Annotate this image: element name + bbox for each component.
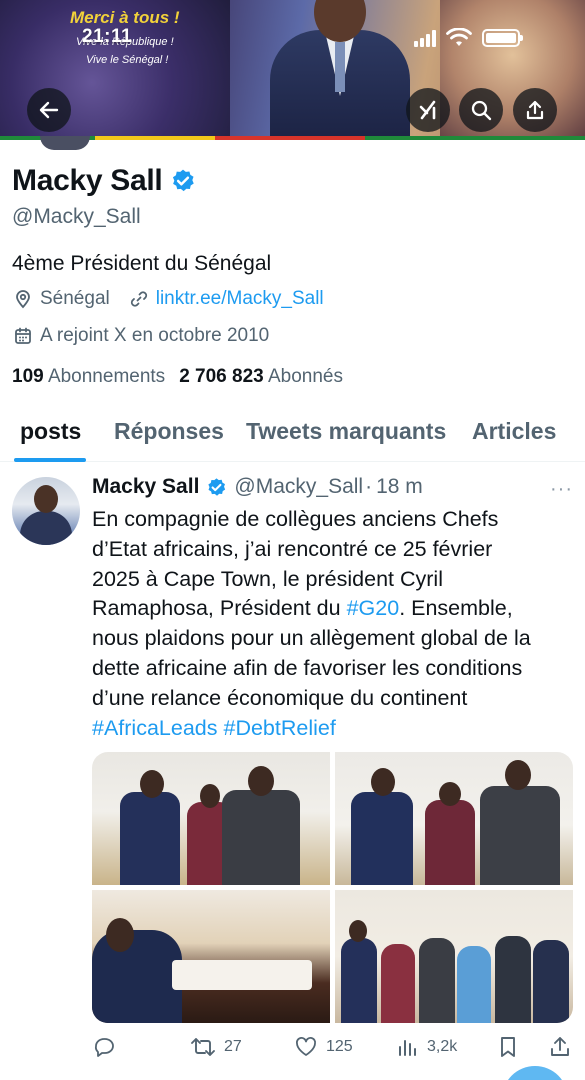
share-button[interactable] (548, 1035, 572, 1059)
reply-icon (94, 1038, 114, 1057)
wifi-icon (446, 28, 472, 46)
tweet-text-line: 2025 à Cape Town, le président Cyril (92, 566, 443, 591)
retweet-icon (191, 1038, 215, 1056)
profile-tabs: posts Réponses Tweets marquants Articles (0, 404, 585, 462)
tweet-photo-1[interactable] (92, 752, 330, 885)
tweet-header: Macky Sall @Macky_Sall · 18 m (92, 475, 423, 499)
profile-joined-date: A rejoint X en octobre 2010 (40, 325, 270, 346)
tweet-avatar[interactable] (12, 477, 80, 545)
banner-thanks-text: Merci à tous ! (70, 8, 180, 27)
following-link[interactable]: 109 Abonnements (12, 366, 165, 388)
tweet-photo-4[interactable] (335, 890, 573, 1023)
profile-location: Sénégal (40, 288, 110, 309)
followers-link[interactable]: 2 706 823 Abonnés (179, 366, 343, 388)
tab-replies[interactable]: Réponses (114, 418, 224, 445)
bookmark-button[interactable] (497, 1035, 519, 1059)
calendar-icon (12, 325, 34, 347)
profile-link[interactable]: linktr.ee/Macky_Sall (156, 288, 324, 310)
banner-senegal-text: Vive le Sénégal ! (86, 54, 169, 66)
compose-button[interactable] (502, 1066, 568, 1080)
status-time: 21:11 (82, 26, 133, 47)
tweet-text-line: d’une relance économique du continent (92, 685, 468, 710)
share-profile-button[interactable] (513, 88, 557, 132)
tweet-text-line: En compagnie de collègues anciens Chefs (92, 507, 499, 531)
share-icon (551, 1037, 569, 1056)
profile-joined-row: A rejoint X en octobre 2010 (12, 325, 269, 347)
following-label: Abonnements (47, 366, 166, 387)
tab-articles[interactable]: Articles (472, 418, 556, 445)
tweet-author-name[interactable]: Macky Sall (92, 475, 199, 499)
retweet-count: 27 (224, 1038, 242, 1055)
share-icon (526, 100, 544, 120)
views-button[interactable]: 3,2k (397, 1035, 457, 1059)
bookmark-icon (501, 1037, 515, 1057)
reply-button[interactable] (92, 1035, 124, 1059)
verified-badge-icon (173, 169, 195, 192)
heart-icon (296, 1037, 316, 1056)
profile-avatar[interactable] (40, 136, 90, 150)
hashtag-g20[interactable]: #G20 (347, 596, 400, 620)
tweet-timestamp[interactable]: 18 m (376, 475, 423, 499)
tweet-photo-2[interactable] (335, 752, 573, 885)
tweet-text-line: d’Etat africains, j’ai rencontré ce 25 f… (92, 536, 493, 561)
verified-badge-icon (208, 477, 226, 496)
cellular-signal-icon (414, 29, 436, 47)
hashtag-africaleads[interactable]: #AfricaLeads (92, 716, 218, 740)
tweet-text-line: dette africaine afin de favoriser les co… (92, 655, 523, 680)
followers-count: 2 706 823 (179, 366, 264, 387)
profile-handle: @Macky_Sall (12, 205, 141, 228)
tweet-author-handle[interactable]: @Macky_Sall (234, 475, 363, 499)
tweet-actions: 27 125 3,2k (92, 1035, 577, 1063)
tweet-text-segment: Ramaphosa, Président du (92, 596, 347, 621)
follow-stats: 109 Abonnements 2 706 823 Abonnés (12, 366, 343, 388)
battery-icon (482, 29, 523, 47)
followers-label: Abonnés (267, 366, 343, 387)
link-icon (128, 288, 150, 310)
like-count: 125 (326, 1038, 353, 1055)
tweet-photo-3[interactable] (92, 890, 330, 1023)
profile-name-text: Macky Sall (12, 164, 163, 197)
following-count: 109 (12, 366, 44, 387)
views-count: 3,2k (427, 1038, 458, 1055)
active-tab-indicator (14, 458, 86, 462)
tweet-media-grid (92, 752, 573, 1023)
tweet-more-button[interactable]: ··· (550, 478, 573, 501)
tweet-text-line: Ramaphosa, Président du #G20. Ensemble, (92, 594, 572, 624)
tweet-text-line: nous plaidons pour un allègement global … (92, 626, 531, 651)
search-icon (471, 100, 492, 121)
tab-highlights[interactable]: Tweets marquants (246, 418, 446, 445)
location-pin-icon (12, 288, 34, 310)
tweet-text-segment: . Ensemble, (399, 596, 513, 621)
tweet-text: En compagnie de collègues anciens Chefs … (92, 505, 572, 743)
retweet-button[interactable]: 27 (190, 1035, 242, 1059)
profile-name: Macky Sall (12, 164, 196, 198)
status-icons (414, 28, 523, 48)
like-button[interactable]: 125 (294, 1035, 353, 1059)
tweet-separator: · (365, 475, 373, 498)
tweet-text-line: #AfricaLeads #DebtRelief (92, 714, 572, 744)
back-arrow-icon (39, 101, 59, 119)
profile-bio: 4ème Président du Sénégal (12, 252, 272, 275)
grok-icon (419, 100, 436, 120)
hashtag-debtrelief[interactable]: #DebtRelief (223, 716, 335, 740)
grok-button[interactable] (406, 88, 450, 132)
search-button[interactable] (459, 88, 503, 132)
views-chart-icon (399, 1040, 416, 1056)
profile-meta-row: Sénégal linktr.ee/Macky_Sall (12, 288, 324, 310)
tab-posts[interactable]: posts (20, 418, 81, 445)
back-button[interactable] (27, 88, 71, 132)
banner-portrait (270, 0, 410, 138)
